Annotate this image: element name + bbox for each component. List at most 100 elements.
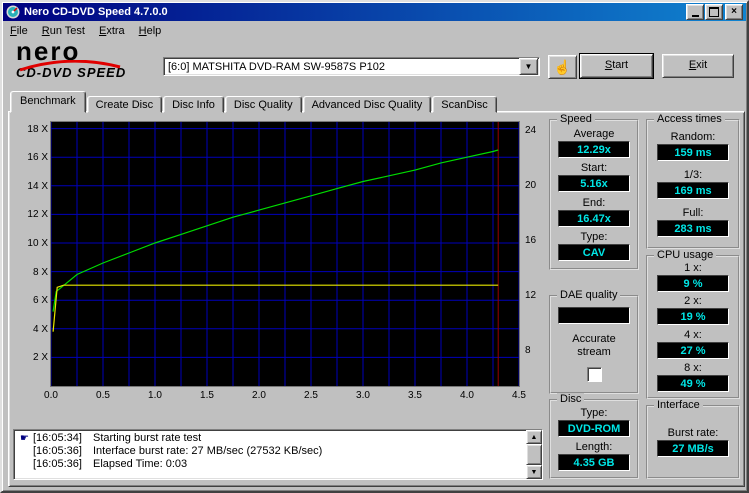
tab-strip: Benchmark Create Disc Disc Info Disc Qua… — [10, 93, 498, 113]
end-speed-value: 16.47x — [558, 210, 630, 227]
app-window: Nero CD-DVD Speed 4.7.0.0 × File Run Tes… — [0, 0, 749, 493]
disc-length-value: 4.35 GB — [558, 454, 630, 471]
x-tick: 0.5 — [96, 390, 110, 401]
x-tick: 2.0 — [252, 390, 266, 401]
start-button[interactable]: Start — [580, 54, 653, 78]
tab-advanced-disc-quality[interactable]: Advanced Disc Quality — [303, 96, 432, 113]
log-entry: ☛ [16:05:34] Starting burst rate test — [14, 432, 542, 445]
cpu-8x-label: 8 x: — [648, 362, 738, 374]
x-tick: 3.0 — [356, 390, 370, 401]
access-times-panel: Access times Random: 159 ms 1/3: 169 ms … — [646, 119, 740, 249]
log-text: Elapsed Time: 0:03 — [93, 458, 542, 471]
log-time: [16:05:36] — [33, 458, 93, 471]
cpu-1x-value: 9 % — [657, 275, 729, 292]
x-axis-labels: 0.0 0.5 1.0 1.5 2.0 2.5 3.0 3.5 4.0 4.5 — [51, 390, 519, 402]
scroll-up-button[interactable]: ▲ — [526, 430, 542, 444]
maximize-button[interactable] — [705, 4, 723, 20]
y-tick: 6 X — [33, 295, 48, 306]
y-axis-right-labels: 24 20 16 12 8 — [523, 122, 547, 386]
one-third-access-value: 169 ms — [657, 182, 729, 199]
log-listbox[interactable]: ☛ [16:05:34] Starting burst rate test [1… — [13, 429, 543, 480]
x-tick: 2.5 — [304, 390, 318, 401]
full-label: Full: — [648, 207, 738, 219]
y-tick: 12 — [525, 290, 536, 301]
y-tick: 20 — [525, 180, 536, 191]
random-label: Random: — [648, 131, 738, 143]
menu-extra[interactable]: Extra — [92, 23, 132, 39]
disc-length-label: Length: — [551, 441, 637, 453]
log-scrollbar[interactable]: ▲ ▼ — [526, 430, 542, 479]
minimize-button[interactable] — [686, 4, 704, 20]
menu-help[interactable]: Help — [132, 23, 169, 39]
tab-disc-info[interactable]: Disc Info — [163, 96, 224, 113]
y-tick: 8 — [525, 345, 531, 356]
y-tick: 2 X — [33, 352, 48, 363]
dae-quality-value — [558, 307, 630, 324]
interface-panel-title: Interface — [654, 399, 703, 411]
scroll-down-icon: ▼ — [531, 469, 538, 476]
cpu-8x-value: 49 % — [657, 375, 729, 392]
y-tick: 18 X — [27, 124, 48, 135]
drive-select[interactable]: [6:0] MATSHITA DVD-RAM SW-9587S P102 ▼ — [163, 57, 540, 76]
one-third-label: 1/3: — [648, 169, 738, 181]
type-label: Type: — [551, 231, 637, 243]
accurate-stream-label: Accurate stream — [559, 333, 629, 359]
access-times-title: Access times — [654, 113, 725, 125]
close-icon: × — [731, 7, 737, 17]
menu-bar: File Run Test Extra Help — [3, 22, 746, 40]
y-tick: 12 X — [27, 209, 48, 220]
burst-rate-label: Burst rate: — [648, 427, 738, 439]
log-time: [16:05:36] — [33, 445, 93, 458]
log-entry: [16:05:36] Elapsed Time: 0:03 — [14, 458, 542, 471]
tab-disc-quality[interactable]: Disc Quality — [225, 96, 302, 113]
accurate-stream-checkbox[interactable] — [587, 367, 602, 382]
log-text: Interface burst rate: 27 MB/sec (27532 K… — [93, 445, 542, 458]
average-speed-value: 12.29x — [558, 141, 630, 158]
x-tick: 1.0 — [148, 390, 162, 401]
burst-rate-value: 27 MB/s — [657, 440, 729, 457]
cpu-usage-title: CPU usage — [654, 249, 716, 261]
x-tick: 1.5 — [200, 390, 214, 401]
nero-logo: nero CD-DVD SPEED — [16, 40, 166, 84]
cpu-2x-value: 19 % — [657, 308, 729, 325]
cpu-1x-label: 1 x: — [648, 262, 738, 274]
cpu-2x-label: 2 x: — [648, 295, 738, 307]
dropdown-arrow-icon[interactable]: ▼ — [519, 58, 538, 75]
y-tick: 16 X — [27, 152, 48, 163]
x-tick: 0.0 — [44, 390, 58, 401]
tab-benchmark[interactable]: Benchmark — [10, 91, 86, 113]
scroll-down-button[interactable]: ▼ — [526, 465, 542, 479]
scrollbar-thumb[interactable] — [526, 444, 542, 465]
app-icon — [6, 5, 20, 19]
average-label: Average — [551, 128, 637, 140]
hand-pointer-icon: ☝ — [554, 59, 571, 76]
full-access-value: 283 ms — [657, 220, 729, 237]
interface-panel: Interface Burst rate: 27 MB/s — [646, 405, 740, 479]
dae-quality-panel: DAE quality Accurate stream — [549, 295, 639, 394]
close-button[interactable]: × — [725, 4, 743, 20]
x-tick: 4.0 — [460, 390, 474, 401]
log-entry: [16:05:36] Interface burst rate: 27 MB/s… — [14, 445, 542, 458]
start-label: Start: — [551, 162, 637, 174]
speed-panel-title: Speed — [557, 113, 595, 125]
scroll-up-icon: ▲ — [531, 434, 538, 441]
exit-button[interactable]: Exit — [662, 54, 734, 78]
disc-panel: Disc Type: DVD-ROM Length: 4.35 GB — [549, 399, 639, 479]
log-entry-icon: ☛ — [16, 432, 33, 445]
benchmark-chart — [50, 121, 520, 387]
log-text: Starting burst rate test — [93, 432, 542, 445]
y-tick: 4 X — [33, 324, 48, 335]
y-axis-left-labels: 18 X 16 X 14 X 12 X 10 X 8 X 6 X 4 X 2 X — [10, 122, 48, 386]
disc-type-label: Type: — [551, 407, 637, 419]
dae-quality-title: DAE quality — [557, 289, 620, 301]
cpu-4x-label: 4 x: — [648, 329, 738, 341]
tab-create-disc[interactable]: Create Disc — [87, 96, 162, 113]
y-tick: 10 X — [27, 238, 48, 249]
disc-panel-title: Disc — [557, 393, 584, 405]
tab-scandisc[interactable]: ScanDisc — [432, 96, 496, 113]
y-tick: 16 — [525, 235, 536, 246]
speed-panel: Speed Average 12.29x Start: 5.16x End: 1… — [549, 119, 639, 270]
y-tick: 14 X — [27, 181, 48, 192]
x-tick: 4.5 — [512, 390, 526, 401]
select-hand-button[interactable]: ☝ — [548, 55, 577, 79]
